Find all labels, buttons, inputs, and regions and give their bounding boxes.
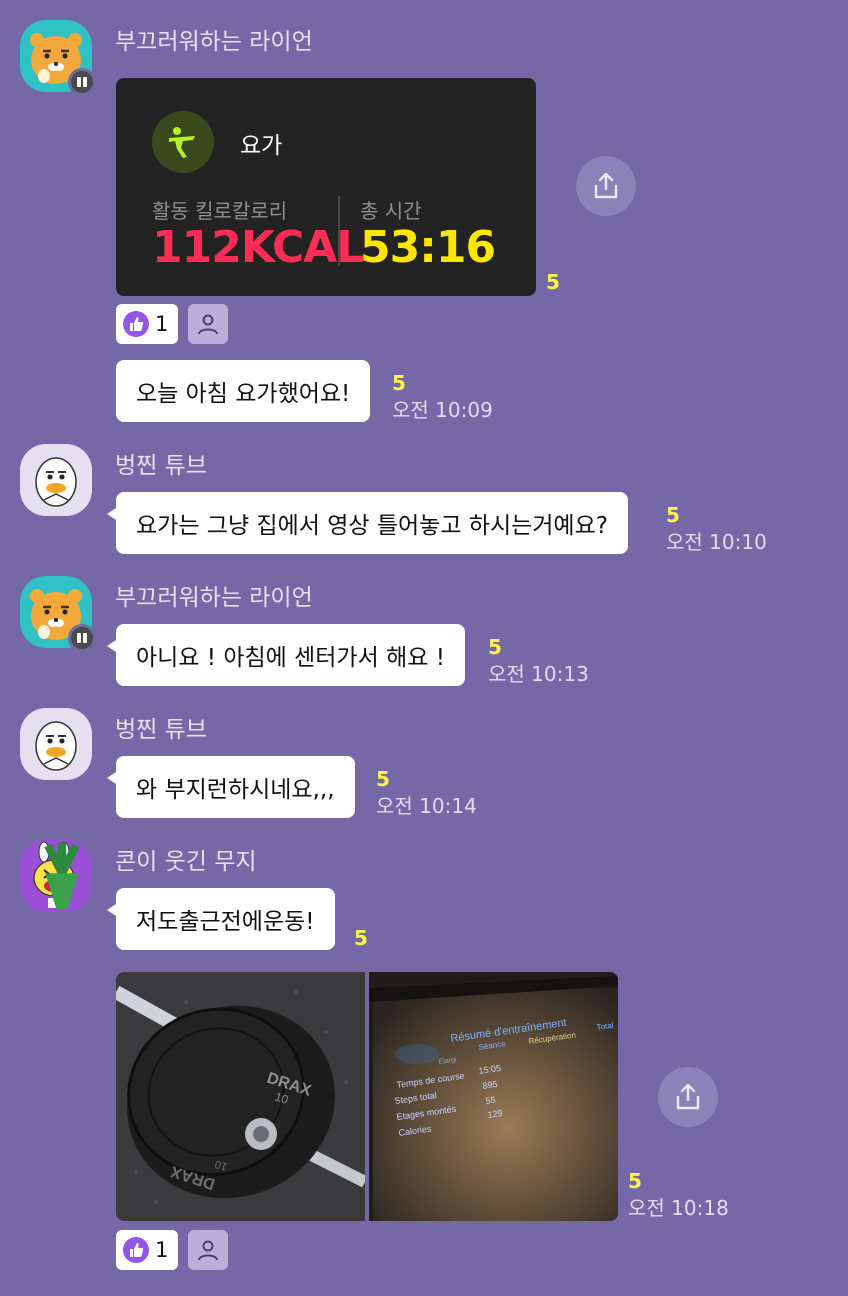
message-bubble[interactable]: 와 부지런하시네요,,, [107, 756, 355, 818]
time-value: 53:16 [360, 222, 496, 273]
avatar-status-icon [68, 624, 96, 652]
message-meta: 5 오전 10:18 [628, 1168, 729, 1222]
reaction-users-button[interactable] [188, 1230, 228, 1270]
share-button[interactable] [576, 156, 636, 216]
reaction-count: 1 [155, 312, 169, 336]
like-reaction[interactable]: 1 [116, 1230, 179, 1270]
message-time: 오전 10:13 [488, 662, 589, 686]
message-bubble[interactable]: 오늘 아침 요가했어요! [116, 360, 371, 422]
unread-count: 5 [354, 926, 368, 950]
avatar-muzi[interactable] [20, 840, 92, 912]
message-time: 오전 10:18 [628, 1196, 729, 1220]
message-meta: 5 [354, 925, 368, 952]
sender-name: 부끄러워하는 라이언 [115, 29, 313, 55]
message-time: 오전 10:10 [666, 530, 767, 554]
sender-name: 벙찐 튜브 [115, 717, 207, 743]
person-icon [198, 1240, 218, 1261]
unread-count: 5 [392, 371, 406, 395]
sender-name: 벙찐 튜브 [115, 453, 207, 479]
sender-name: 부끄러워하는 라이언 [115, 585, 313, 611]
share-button[interactable] [658, 1067, 718, 1127]
screen-val-4: 129 [487, 1108, 503, 1120]
thumbs-up-icon [123, 311, 149, 337]
photo-barbell[interactable]: DRAX 10 DRAX 10 [116, 972, 365, 1221]
workout-card[interactable]: 요가 활동 킬로칼로리 112KCAL 총 시간 53:16 [116, 78, 536, 296]
sender-name: 콘이 웃긴 무지 [115, 849, 257, 875]
calorie-value: 112KCAL [152, 222, 364, 273]
stat-divider [338, 196, 340, 266]
avatar-tube[interactable] [20, 444, 92, 516]
share-icon [676, 1083, 700, 1110]
message-meta: 5 오전 10:09 [392, 370, 493, 424]
screen-val-2: 895 [482, 1079, 498, 1091]
unread-count: 5 [666, 503, 680, 527]
yoga-icon [152, 111, 214, 173]
tube-avatar-image [20, 708, 92, 780]
message-bubble[interactable]: 아니요 ! 아침에 센터가서 해요 ! [107, 624, 465, 686]
unread-count: 5 [628, 1169, 642, 1193]
message-meta: 5 오전 10:10 [666, 502, 767, 556]
workout-activity: 요가 [240, 133, 283, 159]
share-icon [594, 172, 618, 199]
time-label: 총 시간 [360, 199, 422, 223]
avatar-status-icon [68, 68, 96, 96]
unread-count: 5 [546, 270, 560, 294]
message-meta: 5 오전 10:14 [376, 766, 477, 820]
reaction-users-button[interactable] [188, 304, 228, 344]
message-meta: 5 [546, 269, 560, 296]
reaction-count: 1 [155, 1238, 169, 1262]
unread-count: 5 [488, 635, 502, 659]
calorie-label: 활동 킬로칼로리 [152, 199, 288, 223]
radish-icon [44, 842, 80, 910]
message-time: 오전 10:09 [392, 398, 493, 422]
message-time: 오전 10:14 [376, 794, 477, 818]
thumbs-up-icon [123, 1237, 149, 1263]
person-icon [198, 314, 218, 335]
screen-val-3: 55 [485, 1095, 496, 1106]
tube-avatar-image [20, 444, 92, 516]
avatar-ryan[interactable] [20, 576, 96, 652]
message-bubble[interactable]: 저도출근전에운동! [107, 888, 335, 950]
avatar-tube[interactable] [20, 708, 92, 780]
message-bubble[interactable]: 요가는 그냥 집에서 영상 틀어놓고 하시는거예요? [107, 492, 628, 554]
message-meta: 5 오전 10:13 [488, 634, 589, 688]
like-reaction[interactable]: 1 [116, 304, 179, 344]
unread-count: 5 [376, 767, 390, 791]
avatar-ryan[interactable] [20, 20, 96, 96]
photo-treadmill[interactable]: Résumé d'entraînement Séance Récupératio… [369, 972, 618, 1221]
